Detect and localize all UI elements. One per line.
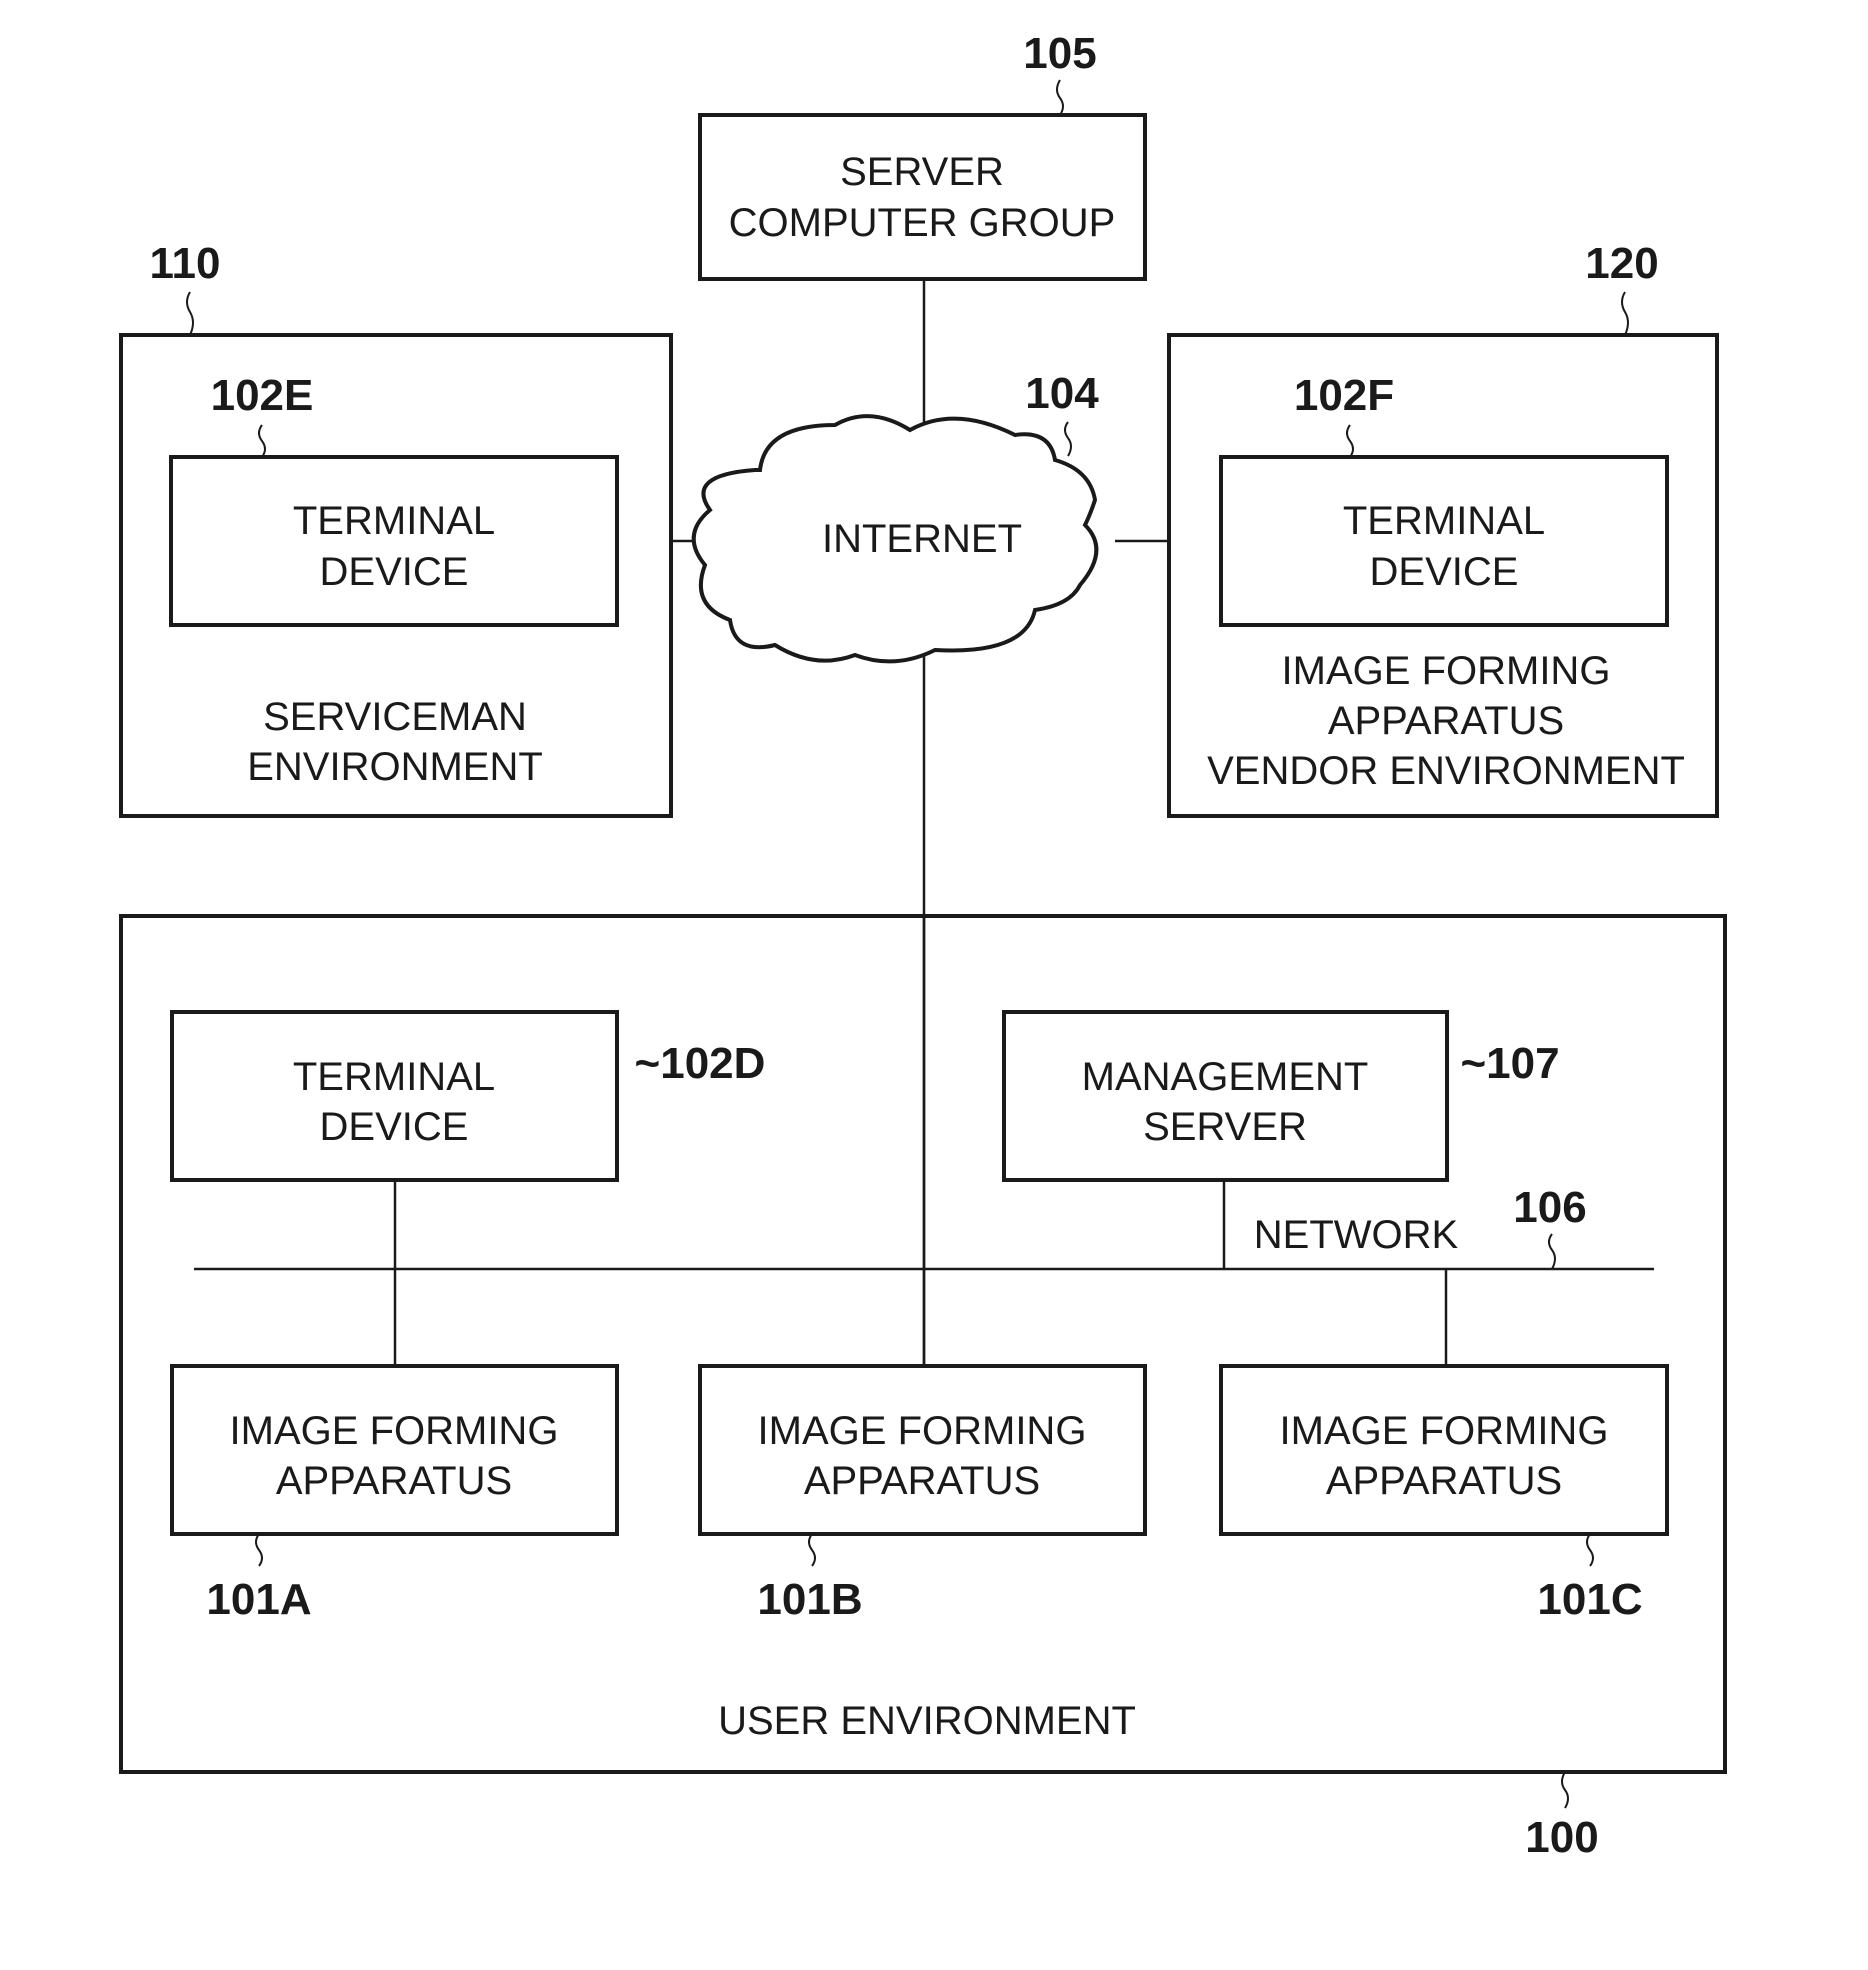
leader-101b	[808, 1533, 816, 1567]
serviceman-env-line1: SERVICEMAN	[263, 695, 527, 739]
leader-104	[1064, 421, 1072, 457]
leader-101c	[1586, 1533, 1594, 1567]
vendor-env-line3: VENDOR ENVIRONMENT	[1207, 749, 1685, 793]
internet-label: INTERNET	[822, 517, 1022, 561]
ref-110: 110	[150, 239, 221, 288]
serviceman-env-line2: ENVIRONMENT	[247, 745, 543, 789]
leader-106	[1548, 1233, 1556, 1270]
ref-105: 105	[1023, 29, 1096, 78]
terminal-102e-line2: DEVICE	[320, 550, 469, 594]
terminal-102e-line1: TERMINAL	[293, 499, 495, 543]
terminal-102d-line2: DEVICE	[320, 1105, 469, 1149]
ref-120: 120	[1585, 239, 1658, 288]
ref-101b: 101B	[757, 1575, 862, 1624]
leader-101a	[255, 1533, 263, 1567]
leader-100	[1561, 1771, 1569, 1809]
apparatus-101c-line1: IMAGE FORMING	[1280, 1409, 1609, 1453]
ref-101a: 101A	[206, 1575, 311, 1624]
management-server-line2: SERVER	[1143, 1105, 1307, 1149]
apparatus-101c-line2: APPARATUS	[1326, 1459, 1562, 1503]
ref-102e: 102E	[211, 371, 314, 420]
ref-101c: 101C	[1537, 1575, 1642, 1624]
apparatus-101b-line1: IMAGE FORMING	[758, 1409, 1087, 1453]
vendor-env-line2: APPARATUS	[1328, 699, 1564, 743]
ref-102d: ~102D	[635, 1039, 766, 1088]
vendor-env-line1: IMAGE FORMING	[1282, 649, 1611, 693]
ref-100: 100	[1525, 1813, 1598, 1862]
apparatus-101a-line1: IMAGE FORMING	[230, 1409, 559, 1453]
ref-106: 106	[1513, 1183, 1586, 1232]
ref-104: 104	[1025, 369, 1099, 418]
management-server-line1: MANAGEMENT	[1082, 1055, 1369, 1099]
leader-110	[186, 291, 194, 336]
user-env-label: USER ENVIRONMENT	[718, 1699, 1136, 1743]
leader-105	[1056, 79, 1064, 116]
ref-107: ~107	[1460, 1039, 1559, 1088]
terminal-102d-line1: TERMINAL	[293, 1055, 495, 1099]
leader-120	[1621, 291, 1629, 336]
terminal-102f-line1: TERMINAL	[1343, 499, 1545, 543]
network-label: NETWORK	[1254, 1213, 1459, 1257]
server-group-line1: SERVER	[840, 150, 1004, 194]
ref-102f: 102F	[1294, 371, 1394, 420]
apparatus-101a-line2: APPARATUS	[276, 1459, 512, 1503]
server-computer-group-box	[698, 113, 1147, 281]
system-diagram: SERVER COMPUTER GROUP 105 110 TERMINAL D…	[119, 29, 1727, 1862]
apparatus-101b-line2: APPARATUS	[804, 1459, 1040, 1503]
server-group-line2: COMPUTER GROUP	[729, 201, 1116, 245]
terminal-102f-line2: DEVICE	[1370, 550, 1519, 594]
